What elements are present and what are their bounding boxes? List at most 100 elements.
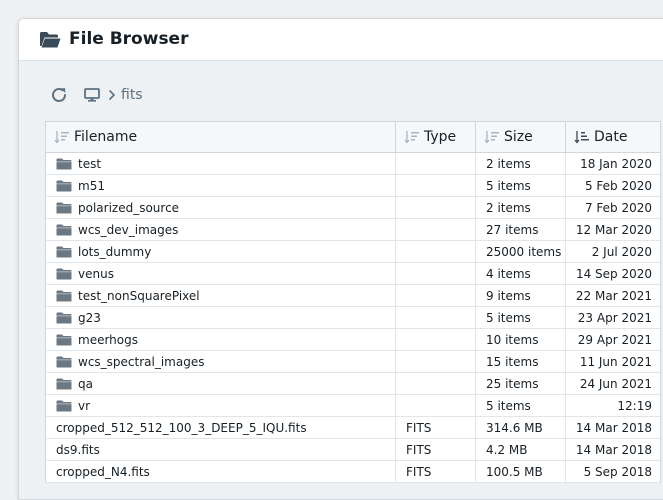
cell-filename: vr bbox=[46, 395, 396, 416]
root-directory-button[interactable] bbox=[83, 87, 101, 103]
folder-open-icon bbox=[39, 31, 61, 49]
folder-row-0[interactable]: test 2 items 18 Jan 2020 bbox=[46, 153, 660, 175]
cell-type: FITS bbox=[396, 439, 476, 460]
sort-icon bbox=[484, 131, 499, 144]
cell-filename: venus bbox=[46, 263, 396, 284]
date-text: 5 Feb 2020 bbox=[584, 178, 652, 193]
type-text: FITS bbox=[406, 464, 432, 479]
column-header-date[interactable]: Date bbox=[566, 122, 660, 152]
date-text: 29 Apr 2021 bbox=[577, 332, 652, 347]
cell-filename: qa bbox=[46, 373, 396, 394]
folder-row-10[interactable]: qa 25 items 24 Jun 2021 bbox=[46, 373, 660, 395]
cell-type bbox=[396, 351, 476, 372]
column-label-date: Date bbox=[594, 129, 628, 145]
cell-size: 5 items bbox=[476, 175, 566, 196]
type-text: FITS bbox=[406, 442, 432, 457]
file-browser-dialog: File Browser fits Filename Type Size Dat… bbox=[18, 18, 663, 500]
cell-type bbox=[396, 175, 476, 196]
date-text: 14 Sep 2020 bbox=[575, 266, 652, 281]
cell-size: 5 items bbox=[476, 395, 566, 416]
cell-type bbox=[396, 285, 476, 306]
filename-text: polarized_source bbox=[78, 200, 180, 215]
column-header-filename[interactable]: Filename bbox=[46, 122, 396, 152]
cell-date: 14 Mar 2018 bbox=[566, 417, 660, 438]
date-text: 12 Mar 2020 bbox=[575, 222, 652, 237]
filename-text: wcs_dev_images bbox=[78, 222, 179, 237]
size-text: 314.6 MB bbox=[486, 420, 543, 435]
column-label-type: Type bbox=[424, 129, 457, 145]
cell-date: 5 Sep 2018 bbox=[566, 461, 660, 482]
date-text: 11 Jun 2021 bbox=[579, 354, 652, 369]
size-text: 4 items bbox=[486, 266, 531, 281]
cell-date: 12:19 bbox=[566, 395, 660, 416]
folder-row-3[interactable]: wcs_dev_images 27 items 12 Mar 2020 bbox=[46, 219, 660, 241]
date-text: 14 Mar 2018 bbox=[575, 420, 652, 435]
cell-type bbox=[396, 395, 476, 416]
size-text: 5 items bbox=[486, 178, 531, 193]
filename-text: lots_dummy bbox=[78, 244, 152, 259]
cell-type: FITS bbox=[396, 461, 476, 482]
column-header-size[interactable]: Size bbox=[476, 122, 566, 152]
size-text: 100.5 MB bbox=[486, 464, 543, 479]
filename-text: ds9.fits bbox=[56, 442, 100, 457]
size-text: 2 items bbox=[486, 156, 531, 171]
folder-row-5[interactable]: venus 4 items 14 Sep 2020 bbox=[46, 263, 660, 285]
refresh-button[interactable] bbox=[49, 85, 69, 105]
cell-date: 14 Mar 2018 bbox=[566, 439, 660, 460]
folder-row-8[interactable]: meerhogs 10 items 29 Apr 2021 bbox=[46, 329, 660, 351]
cell-size: 4 items bbox=[476, 263, 566, 284]
chevron-right-icon bbox=[107, 89, 117, 101]
cell-size: 5 items bbox=[476, 307, 566, 328]
cell-date: 23 Apr 2021 bbox=[566, 307, 660, 328]
dialog-header: File Browser bbox=[19, 19, 663, 61]
cell-type bbox=[396, 241, 476, 262]
folder-icon bbox=[56, 268, 72, 279]
filename-text: venus bbox=[78, 266, 114, 281]
file-table: Filename Type Size Date test 2 items 18 … bbox=[45, 121, 661, 483]
filename-text: cropped_N4.fits bbox=[56, 464, 150, 479]
size-text: 4.2 MB bbox=[486, 442, 528, 457]
cell-type: FITS bbox=[396, 417, 476, 438]
folder-row-4[interactable]: lots_dummy 25000 items 2 Jul 2020 bbox=[46, 241, 660, 263]
cell-filename: test_nonSquarePixel bbox=[46, 285, 396, 306]
file-row-12[interactable]: cropped_512_512_100_3_DEEP_5_IQU.fits FI… bbox=[46, 417, 660, 439]
cell-type bbox=[396, 307, 476, 328]
file-row-13[interactable]: ds9.fits FITS 4.2 MB 14 Mar 2018 bbox=[46, 439, 660, 461]
cell-type bbox=[396, 197, 476, 218]
cell-size: 4.2 MB bbox=[476, 439, 566, 460]
desktop-icon bbox=[84, 88, 100, 102]
cell-type bbox=[396, 263, 476, 284]
cell-type bbox=[396, 373, 476, 394]
date-text: 22 Mar 2021 bbox=[575, 288, 652, 303]
table-header: Filename Type Size Date bbox=[46, 122, 660, 153]
file-row-14[interactable]: cropped_N4.fits FITS 100.5 MB 5 Sep 2018 bbox=[46, 461, 660, 483]
folder-icon bbox=[56, 312, 72, 323]
folder-row-11[interactable]: vr 5 items 12:19 bbox=[46, 395, 660, 417]
dialog-title: File Browser bbox=[69, 29, 189, 49]
date-text: 7 Feb 2020 bbox=[584, 200, 652, 215]
folder-icon bbox=[56, 290, 72, 301]
sort-icon bbox=[54, 131, 69, 144]
cell-size: 9 items bbox=[476, 285, 566, 306]
cell-filename: cropped_N4.fits bbox=[46, 461, 396, 482]
date-text: 18 Jan 2020 bbox=[580, 156, 652, 171]
cell-size: 10 items bbox=[476, 329, 566, 350]
date-text: 14 Mar 2018 bbox=[575, 442, 652, 457]
sort-desc-icon bbox=[574, 131, 589, 144]
cell-size: 25000 items bbox=[476, 241, 566, 262]
cell-type bbox=[396, 329, 476, 350]
folder-row-7[interactable]: g23 5 items 23 Apr 2021 bbox=[46, 307, 660, 329]
cell-filename: m51 bbox=[46, 175, 396, 196]
filename-text: g23 bbox=[78, 310, 101, 325]
breadcrumb-item-fits[interactable]: fits bbox=[121, 87, 143, 103]
date-text: 5 Sep 2018 bbox=[583, 464, 652, 479]
size-text: 9 items bbox=[486, 288, 531, 303]
filename-text: test_nonSquarePixel bbox=[78, 288, 200, 303]
folder-row-9[interactable]: wcs_spectral_images 15 items 11 Jun 2021 bbox=[46, 351, 660, 373]
folder-row-6[interactable]: test_nonSquarePixel 9 items 22 Mar 2021 bbox=[46, 285, 660, 307]
folder-row-1[interactable]: m51 5 items 5 Feb 2020 bbox=[46, 175, 660, 197]
folder-row-2[interactable]: polarized_source 2 items 7 Feb 2020 bbox=[46, 197, 660, 219]
folder-icon bbox=[56, 202, 72, 213]
column-header-type[interactable]: Type bbox=[396, 122, 476, 152]
date-text: 2 Jul 2020 bbox=[591, 244, 652, 259]
